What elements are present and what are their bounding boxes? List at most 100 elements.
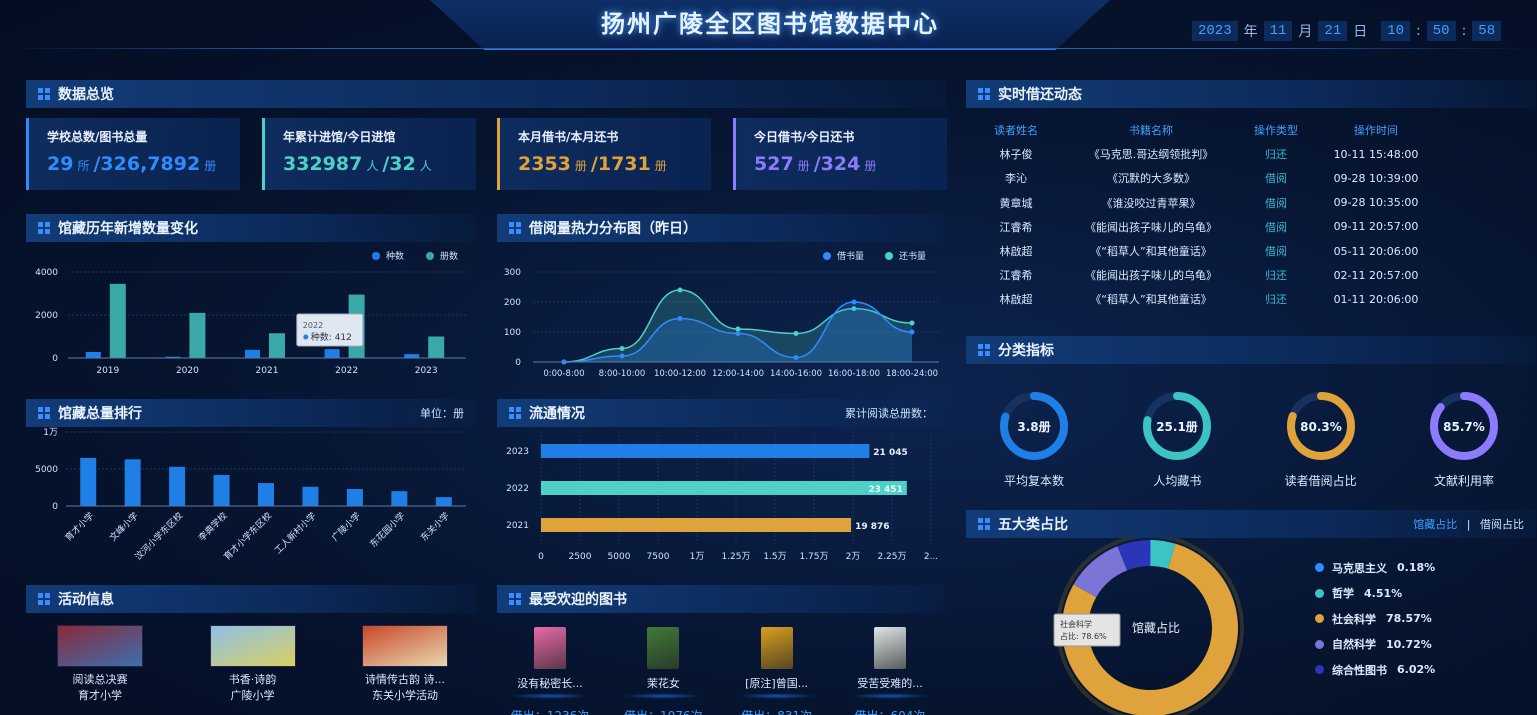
book-item[interactable]: 没有秘密长... 借出：1236次 [500,627,600,715]
book-cover[interactable] [534,627,566,669]
table-cell: 林子俊 [999,148,1033,162]
book-name: 没有秘密长... [517,677,583,690]
tab-collection-ratio[interactable]: 馆藏占比 [1413,518,1457,531]
table-cell: 借阅 [1265,196,1287,210]
book-item[interactable]: 受苦受难的... 借出：604次 [840,627,940,715]
donut-tooltip-line2: 占比: 78.6% [1060,631,1107,641]
table-row[interactable]: 黄章城 《谁没咬过青苹果》 借阅 09-28 10:35:00 [966,191,1536,215]
legend-item[interactable]: 马克思主义 0.18% [1315,555,1435,581]
activity-item[interactable]: 诗情传古韵 诗... 东关小学活动 [335,625,475,703]
book-item[interactable]: 茉花女借出：1076次 [613,627,713,715]
table-cell: 《“稻草人”和其他童话》 [1090,293,1212,307]
y-tick-label: 4000 [35,268,58,278]
clock-second: 58 [1472,21,1502,41]
donut-tooltip-line1: 社会科学 [1060,619,1092,629]
grid-icon [978,88,990,100]
card-unit-2: 人 [419,159,432,173]
overview-title: 数据总览 [58,87,114,103]
card-unit-1: 人 [366,159,379,173]
table-row[interactable]: 江睿希 《能闻出孩子味儿的乌龟》 借阅 09-11 20:57:00 [966,215,1536,239]
activity-photo[interactable] [362,625,448,667]
x-tick-label: 工人新村小学 [272,510,319,557]
grid-icon [509,407,521,419]
book-borrow-count: 借出：1236次 [500,707,600,715]
card-value-2: 326,7892 [100,153,201,175]
bar-species [404,354,420,358]
activity-header: 活动信息 [26,585,476,613]
table-row[interactable]: 林子俊 《马克思.哥达纲领批判》 归还 10-11 15:48:00 [966,142,1536,166]
book-cover[interactable] [647,627,680,669]
rank-bar [391,491,408,506]
grid-icon [38,407,50,419]
legend-name: 哲学 [1332,587,1354,601]
table-cell: 《沉默的大多数》 [1107,172,1195,186]
data-point [793,355,799,360]
x-tick-label: 7500 [647,552,670,562]
x-tick-label: 东花园小学 [367,510,407,550]
table-row[interactable]: 林啟超 《“稻草人”和其他童话》 归还 01-11 20:06:00 [966,287,1536,311]
legend-item[interactable]: 自然科学 10.72% [1315,632,1435,658]
card-value: 29 所/326,7892 册 [47,153,222,175]
y-tick-label: 2023 [506,447,529,457]
circulation-header: 流通情况 累计阅读总册数： [497,399,945,427]
book-item[interactable]: [原注]曾国... 借出：831次 [727,627,827,715]
gauge: 80.3% 读者借阅占比 [1281,390,1361,489]
book-cover[interactable] [873,627,906,669]
grid-icon [38,88,50,100]
table-cell: 《马克思.哥达纲领批判》 [1088,148,1214,162]
x-tick-label: 2万 [846,552,861,562]
collection-change-title: 馆藏历年新增数量变化 [58,221,198,237]
header-divider [0,48,1537,49]
card-unit-2: 册 [654,159,667,173]
x-tick-label: 2.25万 [877,552,906,562]
legend-dot [1315,614,1324,624]
book-glow [736,693,817,699]
bar-volumes [428,336,445,358]
realtime-title: 实时借还动态 [998,87,1082,103]
activity-item[interactable]: 书香·诗韵 广陵小学 [183,625,323,703]
legend-name: 马克思主义 [1332,561,1387,575]
x-tick-label: 1.25万 [721,552,750,562]
bar-volumes [109,283,126,358]
gauge-row: 3.8册 平均复本数 25.1册 人均藏书 80.3% 读者借阅占比 85.7% 文献利用率 [994,390,1504,489]
x-tick-label: 1.75万 [799,552,828,562]
activity-photo[interactable] [209,625,296,667]
circulation-chart: 0 2500 5000 7500 1万 1.25万 1.5万 1.75万 2万 2.25万 2...… [506,435,938,562]
circulation-note: 累计阅读总册数： [845,407,933,420]
legend-item[interactable]: 社会科学 78.57% [1315,606,1435,632]
legend-item[interactable]: 哲学 4.51% [1315,581,1435,607]
table-cell: 《能闻出孩子味儿的乌龟》 [1085,269,1217,283]
x-tick-label: 2019 [96,366,119,376]
table-row[interactable]: 李沁 《沉默的大多数》 借阅 09-28 10:39:00 [966,166,1536,190]
table-row[interactable]: 林啟超 《“稻草人”和其他童话》 借阅 05-11 20:06:00 [966,239,1536,263]
table-row[interactable]: 江睿希 《能闻出孩子味儿的乌龟》 归还 02-11 20:57:00 [966,263,1536,287]
card-value-1: 29 [47,153,74,175]
x-tick-label: 18:00-24:00 [886,369,938,379]
ranking-header: 馆藏总量排行 单位：册 [26,399,476,427]
y-tick-label: 1万 [43,428,58,438]
book-cover[interactable] [760,627,793,669]
donut-tooltip-box [1053,613,1121,647]
gauge-value: 85.7% [1443,420,1485,434]
ranking-chart: 050001万育才小学 文峰小学汶河小学东区校 李典学校育才小学东区校 工人新村小学广… [35,428,466,563]
rank-bar [302,486,319,506]
activity-list: 阅读总决赛 育才小学 书香·诗韵 广陵小学 诗情传古韵 诗... 东关小学活动 [30,625,475,703]
x-tick-label: 东关小学 [418,510,452,544]
column-header: 操作时间 [1354,124,1398,138]
activity-item[interactable]: 阅读总决赛 育才小学 [30,625,170,703]
rank-bar [258,483,274,506]
x-tick-label: 育才小学 [62,510,96,544]
gauge-ring: 25.1册 [1143,392,1212,460]
y-tick-label: 2021 [506,521,529,531]
legend-item[interactable]: 综合性图书 6.02% [1315,657,1435,683]
clock-month: 11 [1263,21,1293,41]
table-cell: 《谁没咬过青苹果》 [1101,196,1201,210]
overview-card: 本月借书/本月还书 2353 册/1731 册 [497,118,711,190]
gauge-value: 3.8册 [1017,420,1050,434]
table-cell: 09-11 20:57:00 [1333,220,1419,234]
y-tick-label: 300 [504,268,521,278]
x-tick-label: 12:00-14:00 [712,369,764,379]
activity-photo[interactable] [57,625,143,667]
legend-dot [823,252,831,260]
tab-borrow-ratio[interactable]: 借阅占比 [1480,518,1524,531]
